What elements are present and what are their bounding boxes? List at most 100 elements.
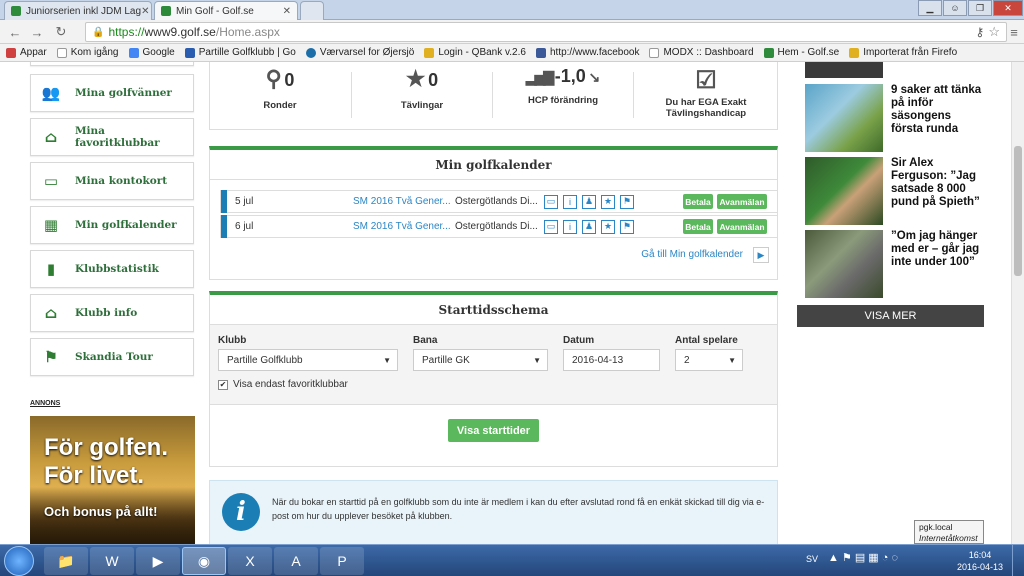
teetime-title: Starttidsschema [210, 295, 777, 325]
golf-calendar-panel: Min golfkalender 5 jul SM 2016 Två Gener… [209, 146, 778, 280]
clock[interactable]: 16:04 2016-04-13 [956, 549, 1004, 573]
chrome-icon[interactable]: ◉ [182, 547, 226, 575]
players-select[interactable]: 2 ▼ [675, 349, 743, 371]
excel-icon[interactable]: X [228, 547, 272, 575]
star-icon[interactable]: ★ [601, 219, 615, 234]
media-player-icon[interactable]: ▶ [136, 547, 180, 575]
explorer-icon[interactable]: 📁 [44, 547, 88, 575]
id-card-icon[interactable]: ▭ [544, 194, 558, 209]
unregister-button[interactable]: Avanmälan [717, 219, 767, 234]
menu-icon[interactable]: ≡ [1005, 23, 1023, 41]
sidebar-item-friends[interactable]: 👥 Mina golfvänner [30, 74, 194, 112]
sidebar-item-skandia-tour[interactable]: ⚑ Skandia Tour [30, 338, 194, 376]
golf-favicon-icon [11, 6, 21, 16]
sidebar-item-cards[interactable]: ▭ Mina kontokort [30, 162, 194, 200]
person-icon[interactable]: ♟ [582, 194, 596, 209]
show-tee-times-button[interactable]: Visa starttider [448, 419, 539, 442]
course-select[interactable]: Partille GK ▼ [413, 349, 548, 371]
flag-icon[interactable]: ⚑ [620, 219, 634, 234]
info-icon: i [222, 493, 260, 531]
news-image-partial[interactable] [805, 62, 883, 78]
event-link[interactable]: SM 2016 Två Gener... [353, 221, 453, 232]
star-icon[interactable]: ★ [601, 194, 615, 209]
scrollbar[interactable] [1011, 62, 1024, 544]
minimize-icon[interactable]: ▁ [918, 0, 942, 16]
event-link[interactable]: SM 2016 Två Gener... [353, 196, 453, 207]
close-tab-icon[interactable]: ✕ [141, 6, 149, 17]
star-icon: ★ [405, 66, 426, 91]
sidebar-item-calendar[interactable]: ▦ Min golfkalender [30, 206, 194, 244]
ad-label: ANNONS [30, 400, 61, 407]
powerpoint-icon[interactable]: P [320, 547, 364, 575]
sidebar-item-club-stats[interactable]: ▮ Klubbstatistik [30, 250, 194, 288]
calendar-row[interactable]: 6 jul SM 2016 Två Gener... Östergötlands… [220, 215, 778, 238]
close-tab-icon[interactable]: ✕ [283, 6, 291, 17]
word-icon[interactable]: W [90, 547, 134, 575]
apps-icon [6, 47, 16, 58]
news-image [805, 157, 883, 225]
user-icon[interactable]: ☺ [943, 0, 967, 16]
id-card-icon[interactable]: ▭ [544, 219, 558, 234]
bookmark-partille[interactable]: Partille Golfklubb | Go [184, 47, 296, 58]
restore-icon[interactable]: ❐ [968, 0, 992, 16]
club-select[interactable]: Partille Golfklubb ▼ [218, 349, 398, 371]
favorites-checkbox[interactable]: ✔ Visa endast favoritklubbar [218, 379, 348, 390]
flag-icon[interactable]: ⚑ [620, 194, 634, 209]
person-icon[interactable]: ♟ [582, 219, 596, 234]
clubhouse-icon: ⌂ [44, 304, 58, 322]
info-icon[interactable]: i [563, 194, 577, 209]
url-input[interactable]: 🔒 https://www9.golf.se/Home.aspx ⚷ ☆ [85, 22, 1007, 42]
course-label: Bana [413, 335, 438, 346]
acrobat-icon[interactable]: A [274, 547, 318, 575]
bookmark-folder[interactable]: Importerat från Firefo [849, 47, 957, 58]
bookmark-apps[interactable]: Appar [6, 47, 47, 58]
scrollbar-thumb[interactable] [1014, 146, 1022, 276]
bookmark-google[interactable]: Google [128, 47, 175, 58]
new-tab-button[interactable] [300, 1, 324, 20]
clubhouse-icon: ⌂ [44, 128, 58, 146]
bookmark-qbank[interactable]: Login - QBank v.2.6 [424, 47, 526, 58]
back-icon[interactable]: ← [6, 23, 24, 41]
language-indicator[interactable]: SV [806, 554, 818, 564]
pay-button[interactable]: Betala [683, 194, 713, 209]
checkmark-icon[interactable]: ✔ [218, 379, 228, 390]
bookmark-star-icon[interactable]: ☆ [988, 24, 1000, 40]
taskbar: 📁 W ▶ ◉ X A P SV ▲ ⚑ ▤ ▦ ◔ ◌ 16:04 2016-… [0, 544, 1024, 576]
forward-icon[interactable]: → [28, 23, 46, 41]
unregister-button[interactable]: Avanmälan [717, 194, 767, 209]
card-icon: ▭ [43, 172, 59, 190]
show-more-button[interactable]: VISA MER [797, 305, 984, 327]
news-item[interactable]: 9 saker att tänka på inför säsongens för… [805, 84, 985, 152]
sidebar-item-partial [30, 62, 194, 66]
tab-min-golf[interactable]: Min Golf - Golf.se ✕ [154, 1, 298, 20]
bookmark-modx[interactable]: MODX :: Dashboard [649, 47, 754, 58]
news-item[interactable]: ”Om jag hänger med er – går jag inte und… [805, 230, 985, 298]
info-box: i När du bokar en starttid på en golfklu… [209, 480, 778, 544]
date-input[interactable]: 2016-04-13 [563, 349, 660, 371]
google-icon [128, 47, 139, 58]
start-button[interactable] [4, 546, 34, 576]
key-icon[interactable]: ⚷ [976, 25, 985, 39]
reload-icon[interactable]: ↻ [52, 23, 70, 41]
tray-icons[interactable]: ▲ ⚑ ▤ ▦ ◔ ◌ [828, 551, 898, 564]
calendar-row[interactable]: 5 jul SM 2016 Två Gener... Östergötlands… [220, 190, 778, 213]
chevron-right-icon[interactable]: ▶ [753, 247, 769, 263]
sidebar-item-favorite-clubs[interactable]: ⌂ Mina favoritklubbar [30, 118, 194, 156]
go-to-calendar-link[interactable]: Gå till Min golfkalender [641, 249, 743, 260]
network-tooltip: pgk.local Internetåtkomst [914, 520, 984, 544]
tab-juniorserien[interactable]: Juniorserien inkl JDM Lag ✕ [4, 1, 152, 20]
bookmark-facebook[interactable]: http://www.facebook [535, 47, 639, 58]
show-desktop-button[interactable] [1012, 545, 1024, 576]
friends-icon: 👥 [41, 84, 61, 102]
browser-tab-bar: Juniorserien inkl JDM Lag ✕ Min Golf - G… [0, 0, 1024, 20]
info-icon[interactable]: i [563, 219, 577, 234]
pay-button[interactable]: Betala [683, 219, 713, 234]
bookmark-weather[interactable]: Værvarsel for Øjersjö [305, 47, 414, 58]
row-marker [221, 190, 227, 213]
ad-banner[interactable]: För golfen. För livet. Och bonus på allt… [30, 416, 195, 544]
bookmark-kom-igang[interactable]: Kom igång [56, 47, 119, 58]
sidebar-item-club-info[interactable]: ⌂ Klubb info [30, 294, 194, 332]
bookmark-golf-se[interactable]: Hem - Golf.se [763, 47, 839, 58]
news-item[interactable]: Sir Alex Ferguson: ”Jag satsade 8 000 pu… [805, 157, 985, 225]
close-window-icon[interactable]: ✕ [993, 0, 1023, 16]
